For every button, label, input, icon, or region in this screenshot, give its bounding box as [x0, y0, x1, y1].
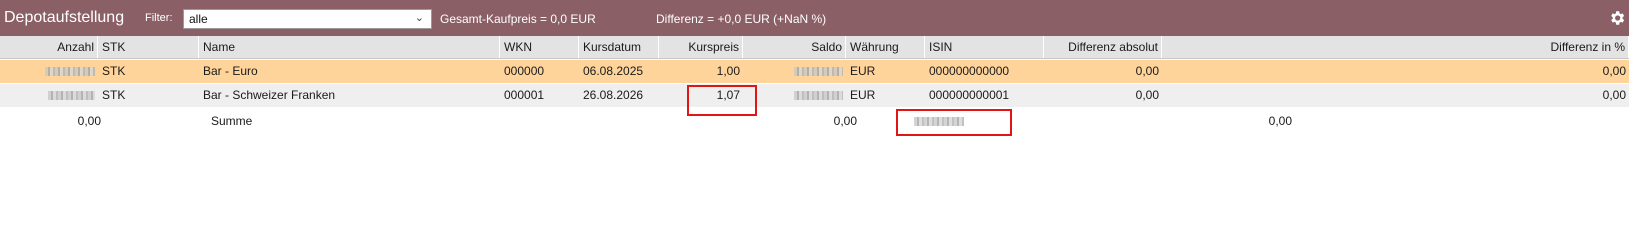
- summary-diff: 0,00: [1268, 114, 1292, 128]
- col-header-anzahl[interactable]: Anzahl: [0, 36, 98, 58]
- redacted-value: [794, 91, 843, 101]
- col-header-differenz-absolut[interactable]: Differenz absolut: [1044, 36, 1162, 58]
- table-row[interactable]: STK Bar - Schweizer Franken 000001 26.08…: [0, 84, 1629, 107]
- kursdatum-cell: 06.08.2025: [583, 64, 644, 78]
- diff-abs-cell: 0,00: [1135, 88, 1159, 102]
- page-title: Depotaufstellung: [4, 9, 125, 26]
- col-header-kurspreis[interactable]: Kurspreis: [659, 36, 743, 58]
- wkn-cell: 000000: [504, 64, 545, 78]
- summary-label: Summe: [211, 114, 253, 128]
- col-header-wkn[interactable]: WKN: [500, 36, 579, 58]
- col-header-name[interactable]: Name: [199, 36, 500, 58]
- wkn-cell: 000001: [504, 88, 545, 102]
- stk-cell: STK: [102, 64, 126, 78]
- table-header: Anzahl STK Name WKN Kursdatum Kurspreis …: [0, 36, 1629, 59]
- filter-value: alle: [189, 12, 208, 26]
- col-header-differenz-prozent[interactable]: Differenz in %: [1162, 36, 1629, 58]
- col-header-stk[interactable]: STK: [98, 36, 199, 58]
- kurspreis-cell: 1,00: [716, 64, 740, 78]
- highlight-box-summe: [896, 109, 1012, 136]
- redacted-value: [45, 67, 95, 77]
- name-cell: Bar - Euro: [203, 64, 258, 78]
- highlight-box-kurspreis: [687, 85, 757, 116]
- anzahl-cell: [0, 84, 98, 107]
- col-header-isin[interactable]: ISIN: [925, 36, 1044, 58]
- gear-icon[interactable]: [1608, 9, 1626, 27]
- redacted-value: [794, 67, 843, 77]
- diff-pct-cell: 0,00: [1602, 88, 1626, 102]
- differenz-summary: Differenz = +0,0 EUR (+NaN %): [656, 12, 827, 26]
- anzahl-cell: [0, 60, 98, 83]
- filter-label: Filter:: [145, 12, 173, 24]
- waehrung-cell: EUR: [850, 88, 876, 102]
- isin-cell: 000000000001: [929, 88, 1010, 102]
- diff-abs-cell: 0,00: [1135, 64, 1159, 78]
- col-header-kursdatum[interactable]: Kursdatum: [579, 36, 659, 58]
- col-header-saldo[interactable]: Saldo: [743, 36, 846, 58]
- waehrung-cell: EUR: [850, 64, 876, 78]
- toolbar: Depotaufstellung Filter: alle ⌄ Gesamt-K…: [0, 0, 1629, 36]
- chevron-down-icon: ⌄: [414, 12, 424, 24]
- isin-cell: 000000000000: [929, 64, 1010, 78]
- saldo-cell: [743, 84, 846, 107]
- table-row[interactable]: STK Bar - Euro 000000 06.08.2025 1,00 EU…: [0, 60, 1629, 83]
- kursdatum-cell: 26.08.2026: [583, 88, 644, 102]
- redacted-value: [48, 91, 95, 101]
- saldo-cell: [743, 60, 846, 83]
- filter-select[interactable]: alle ⌄: [183, 9, 432, 29]
- name-cell: Bar - Schweizer Franken: [203, 88, 336, 102]
- summary-anzahl: 0,00: [77, 114, 101, 128]
- col-header-waehrung[interactable]: Währung: [846, 36, 925, 58]
- summary-row: 0,00 Summe 0,00 0,00: [0, 110, 1629, 134]
- diff-pct-cell: 0,00: [1602, 64, 1626, 78]
- stk-cell: STK: [102, 88, 126, 102]
- summary-saldo: 0,00: [833, 114, 857, 128]
- gesamt-kaufpreis: Gesamt-Kaufpreis = 0,0 EUR: [440, 12, 596, 26]
